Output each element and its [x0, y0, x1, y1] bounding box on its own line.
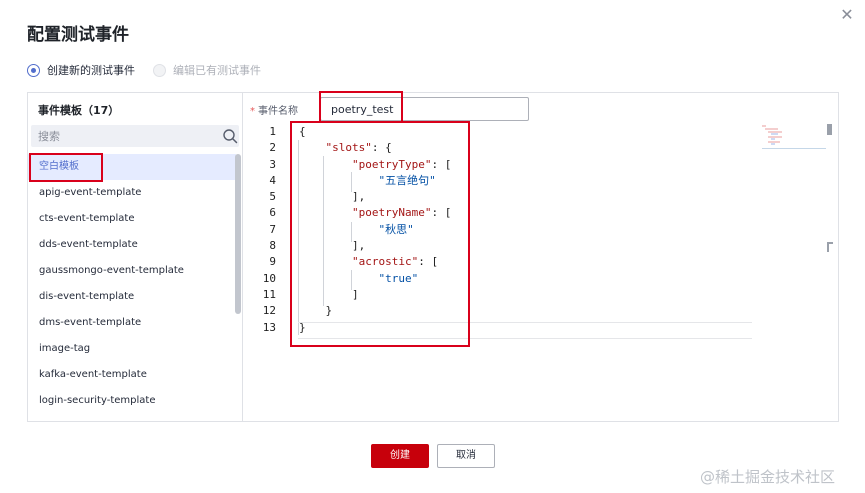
- cancel-button[interactable]: 取消: [437, 444, 495, 468]
- highlight-box-blank-template: [29, 153, 103, 182]
- radio-disabled-icon: [153, 63, 166, 77]
- template-list-scrollbar[interactable]: [235, 154, 241, 314]
- line-number: 1: [269, 125, 276, 138]
- line-number: 6: [269, 206, 276, 220]
- line-number: 4: [269, 173, 276, 187]
- radio-edit-existing: 编辑已有测试事件: [153, 62, 261, 78]
- highlight-box-json-code: [290, 121, 470, 347]
- template-item-cts[interactable]: cts-event-template: [28, 206, 236, 232]
- line-number: 8: [269, 239, 276, 253]
- line-number: 7: [269, 222, 276, 236]
- template-item-dms[interactable]: dms-event-template: [28, 310, 236, 336]
- line-number: 5: [269, 190, 276, 204]
- required-mark: *: [250, 106, 255, 117]
- create-button[interactable]: 创建: [371, 444, 429, 468]
- line-number: 13: [262, 320, 276, 334]
- radio-edit-existing-label: 编辑已有测试事件: [173, 64, 261, 77]
- line-number: 12: [262, 304, 276, 318]
- highlight-box-event-name: [319, 91, 403, 123]
- search-icon[interactable]: [222, 128, 238, 144]
- mode-radio-group: 创建新的测试事件 编辑已有测试事件: [27, 62, 279, 78]
- template-item-apig[interactable]: apig-event-template: [28, 180, 236, 206]
- watermark: @稀土掘金技术社区: [700, 468, 836, 486]
- template-list: 空白模板 apig-event-template cts-event-templ…: [28, 154, 236, 414]
- editor-scrollbar-thumb[interactable]: [827, 124, 832, 135]
- line-number: 3: [269, 157, 276, 171]
- template-sidebar: 事件模板（17） 空白模板 apig-event-template cts-ev…: [28, 93, 243, 421]
- template-item-dds[interactable]: dds-event-template: [28, 232, 236, 258]
- event-name-label: * 事件名称: [250, 102, 298, 117]
- sidebar-title: 事件模板（17）: [38, 104, 120, 117]
- close-icon[interactable]: ✕: [838, 6, 856, 24]
- template-item-image-tag[interactable]: image-tag: [28, 336, 236, 362]
- line-number: 10: [262, 271, 276, 285]
- search-box: [31, 125, 239, 147]
- search-input[interactable]: [38, 125, 218, 147]
- dialog-title: 配置测试事件: [27, 25, 129, 45]
- line-number: 9: [269, 255, 276, 269]
- line-number: 2: [269, 141, 276, 155]
- template-item-kafka[interactable]: kafka-event-template: [28, 362, 236, 388]
- event-name-label-text: 事件名称: [258, 106, 298, 117]
- minimap-viewport: [762, 148, 826, 149]
- template-item-dis[interactable]: dis-event-template: [28, 284, 236, 310]
- template-item-login-security[interactable]: login-security-template: [28, 388, 236, 414]
- template-item-gaussmongo[interactable]: gaussmongo-event-template: [28, 258, 236, 284]
- editor-minimap[interactable]: [760, 124, 826, 150]
- radio-checked-icon[interactable]: [27, 63, 40, 77]
- line-number: 11: [262, 287, 276, 301]
- radio-create-new[interactable]: 创建新的测试事件: [27, 62, 135, 78]
- radio-create-new-label: 创建新的测试事件: [47, 64, 135, 77]
- editor-scrollbar-marker: [827, 242, 833, 252]
